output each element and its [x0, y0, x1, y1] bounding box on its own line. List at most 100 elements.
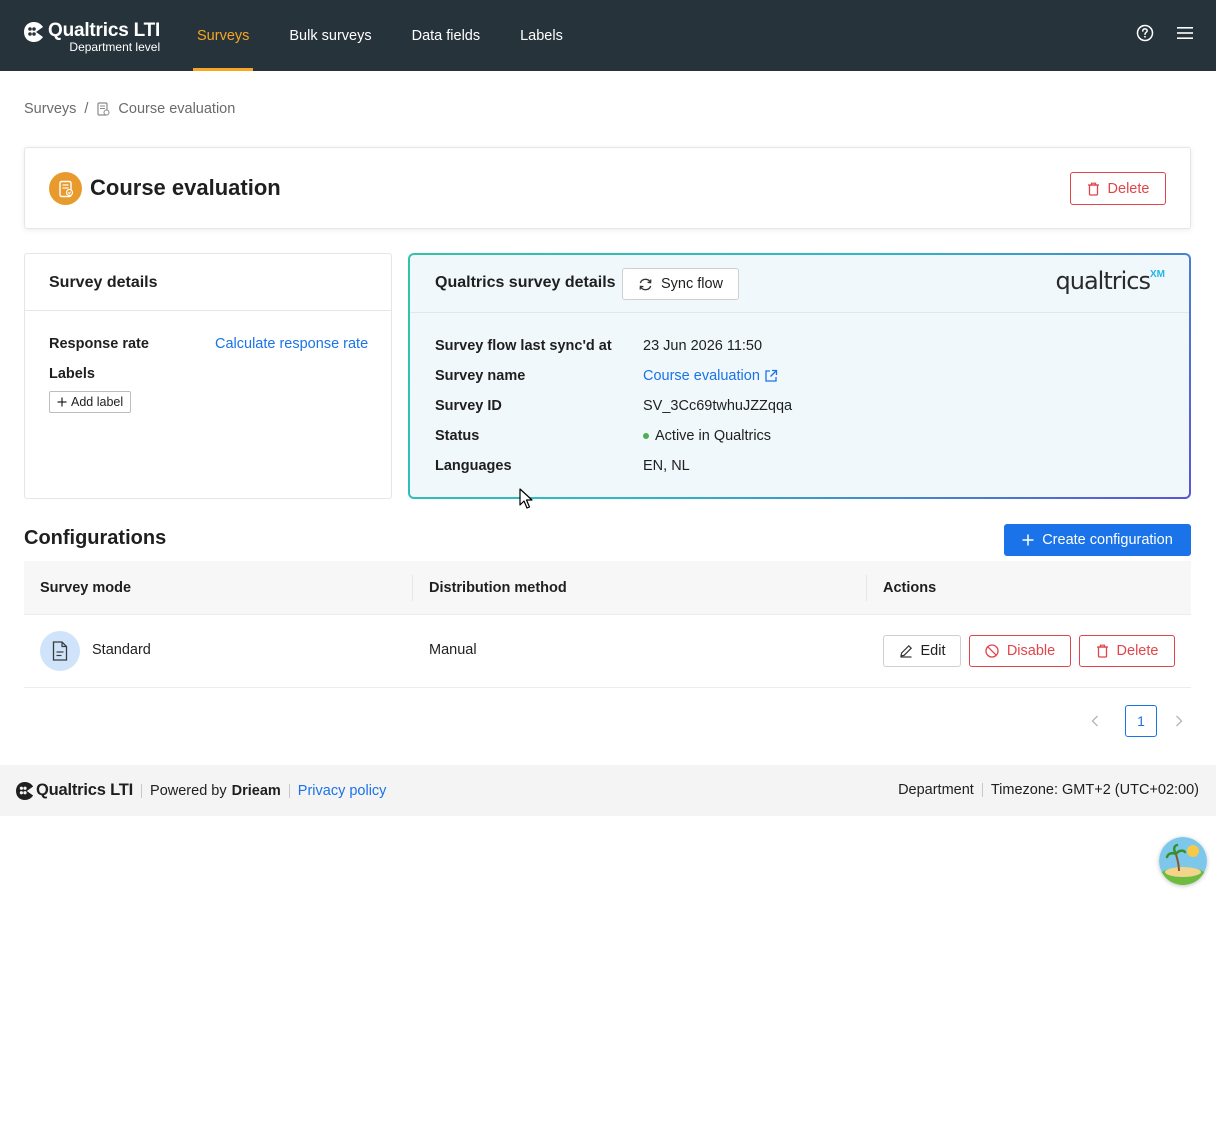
breadcrumb-separator: /	[84, 101, 89, 117]
detail-key-survey-id: Survey ID	[435, 398, 502, 414]
detail-key-sync: Survey flow last sync'd at	[435, 338, 612, 354]
edit-configuration-button[interactable]: Edit	[883, 635, 961, 667]
survey-name-link[interactable]: Course evaluation	[643, 368, 778, 384]
disable-label: Disable	[1006, 643, 1056, 659]
breadcrumb-current: Course evaluation	[118, 101, 236, 117]
survey-doc-icon	[97, 102, 110, 116]
create-configuration-label: Create configuration	[1042, 532, 1173, 548]
top-navbar: Qualtrics LTI Department level Surveys B…	[0, 0, 1216, 71]
calculate-response-rate-link[interactable]: Calculate response rate	[215, 336, 368, 352]
prev-page-button[interactable]	[1086, 705, 1104, 737]
qualtrics-logo-text: qualtrics	[1055, 267, 1151, 295]
mouse-cursor-icon	[519, 488, 533, 509]
footer-timezone: Timezone: GMT+2 (UTC+02:00)	[990, 782, 1199, 798]
nav-tab-surveys[interactable]: Surveys	[193, 0, 254, 71]
table-row: Standard Manual Edit Disable Delete	[24, 615, 1191, 688]
breadcrumb-root[interactable]: Surveys	[24, 101, 76, 117]
survey-doc-icon	[58, 180, 73, 197]
column-divider	[866, 575, 867, 601]
external-link-icon	[765, 369, 778, 382]
privacy-policy-link[interactable]: Privacy policy	[298, 783, 387, 799]
delete-configuration-label: Delete	[1116, 643, 1159, 659]
create-configuration-button[interactable]: Create configuration	[1004, 524, 1191, 556]
trash-icon	[1087, 182, 1099, 196]
survey-title-card: Course evaluation Delete	[24, 147, 1191, 229]
table-header: Survey mode Distribution method Actions	[24, 561, 1191, 615]
qualtrics-divider	[410, 312, 1189, 313]
brand-title: Qualtrics LTI	[48, 20, 161, 41]
qualtrics-details-card: Qualtrics survey details Sync flow qualt…	[408, 253, 1191, 499]
survey-badge	[49, 172, 82, 205]
nav-tab-labels[interactable]: Labels	[516, 0, 567, 71]
help-icon[interactable]	[1136, 24, 1154, 42]
footer-separator	[288, 783, 290, 798]
main-nav: Surveys Bulk surveys Data fields Labels	[193, 0, 599, 71]
page-number-button[interactable]: 1	[1125, 705, 1157, 737]
column-header-survey-mode: Survey mode	[40, 580, 132, 596]
edit-label: Edit	[920, 643, 946, 659]
brand-subtitle: Department level	[69, 40, 161, 54]
detail-value-languages: EN, NL	[643, 458, 690, 474]
status-dot-icon	[643, 433, 649, 439]
footer-department: Department	[898, 782, 974, 798]
beach-avatar-icon	[1159, 837, 1207, 885]
pagination: 1	[1086, 705, 1188, 737]
nav-tab-data-fields[interactable]: Data fields	[408, 0, 485, 71]
qualtrics-logo-icon	[16, 781, 34, 800]
survey-name-value: Course evaluation	[643, 368, 760, 384]
breadcrumb: Surveys / Course evaluation	[24, 101, 235, 117]
add-label-button[interactable]: Add label	[49, 391, 132, 413]
footer-separator	[141, 783, 143, 798]
footer-separator	[981, 783, 983, 797]
chevron-left-icon	[1091, 715, 1098, 727]
column-header-actions: Actions	[883, 580, 937, 596]
detail-value-sync: 23 Jun 2026 11:50	[643, 338, 763, 354]
sync-icon	[639, 278, 652, 290]
detail-value-survey-id: SV_3Cc69twhuJZZqqa	[643, 398, 793, 414]
trash-icon	[1096, 644, 1108, 658]
detail-key-status: Status	[435, 428, 480, 444]
brand[interactable]: Qualtrics LTI Department level	[24, 20, 160, 53]
plus-icon	[57, 397, 67, 407]
sync-flow-label: Sync flow	[660, 276, 724, 292]
footer-powered-prefix: Powered by	[150, 782, 227, 799]
detail-value-status-wrap: Active in Qualtrics	[643, 428, 771, 444]
nav-tab-bulk-surveys[interactable]: Bulk surveys	[285, 0, 375, 71]
document-icon	[52, 641, 68, 661]
disable-icon	[985, 644, 999, 658]
survey-details-heading: Survey details	[25, 254, 391, 311]
detail-key-survey-name: Survey name	[435, 368, 526, 384]
configurations-table: Survey mode Distribution method Actions …	[24, 561, 1191, 688]
delete-survey-label: Delete	[1107, 180, 1150, 197]
column-divider	[412, 575, 413, 601]
detail-key-languages: Languages	[435, 458, 512, 474]
user-avatar[interactable]	[1159, 837, 1207, 885]
qualtrics-logo-icon	[24, 22, 43, 42]
sync-flow-button[interactable]: Sync flow	[622, 268, 739, 300]
footer-powered-by: Drieam	[231, 782, 281, 799]
qualtrics-details-heading: Qualtrics survey details	[435, 274, 616, 291]
response-rate-label: Response rate	[49, 336, 149, 352]
survey-mode-cell: Standard	[92, 642, 151, 658]
column-header-distribution: Distribution method	[429, 580, 567, 596]
add-label-text: Add label	[71, 395, 124, 409]
footer-brand: Qualtrics LTI	[36, 781, 134, 799]
pencil-icon	[899, 644, 912, 658]
labels-label: Labels	[49, 366, 95, 382]
qualtrics-xm-logo: qualtricsXM	[1056, 267, 1165, 295]
delete-survey-button[interactable]: Delete	[1070, 172, 1166, 205]
distribution-cell: Manual	[429, 642, 477, 658]
survey-mode-badge	[40, 631, 80, 671]
menu-icon[interactable]	[1176, 24, 1194, 42]
footer: Qualtrics LTI Powered by Drieam Privacy …	[0, 765, 1216, 816]
page-title: Course evaluation	[90, 175, 281, 200]
detail-value-status: Active in Qualtrics	[655, 428, 772, 444]
disable-configuration-button[interactable]: Disable	[969, 635, 1071, 667]
configurations-title: Configurations	[24, 527, 167, 549]
survey-details-card: Survey details Response rate Calculate r…	[24, 253, 392, 499]
chevron-right-icon	[1176, 715, 1183, 727]
plus-icon	[1022, 534, 1034, 546]
delete-configuration-button[interactable]: Delete	[1079, 635, 1175, 667]
next-page-button[interactable]	[1170, 705, 1188, 737]
qualtrics-logo-xm: XM	[1150, 269, 1165, 280]
